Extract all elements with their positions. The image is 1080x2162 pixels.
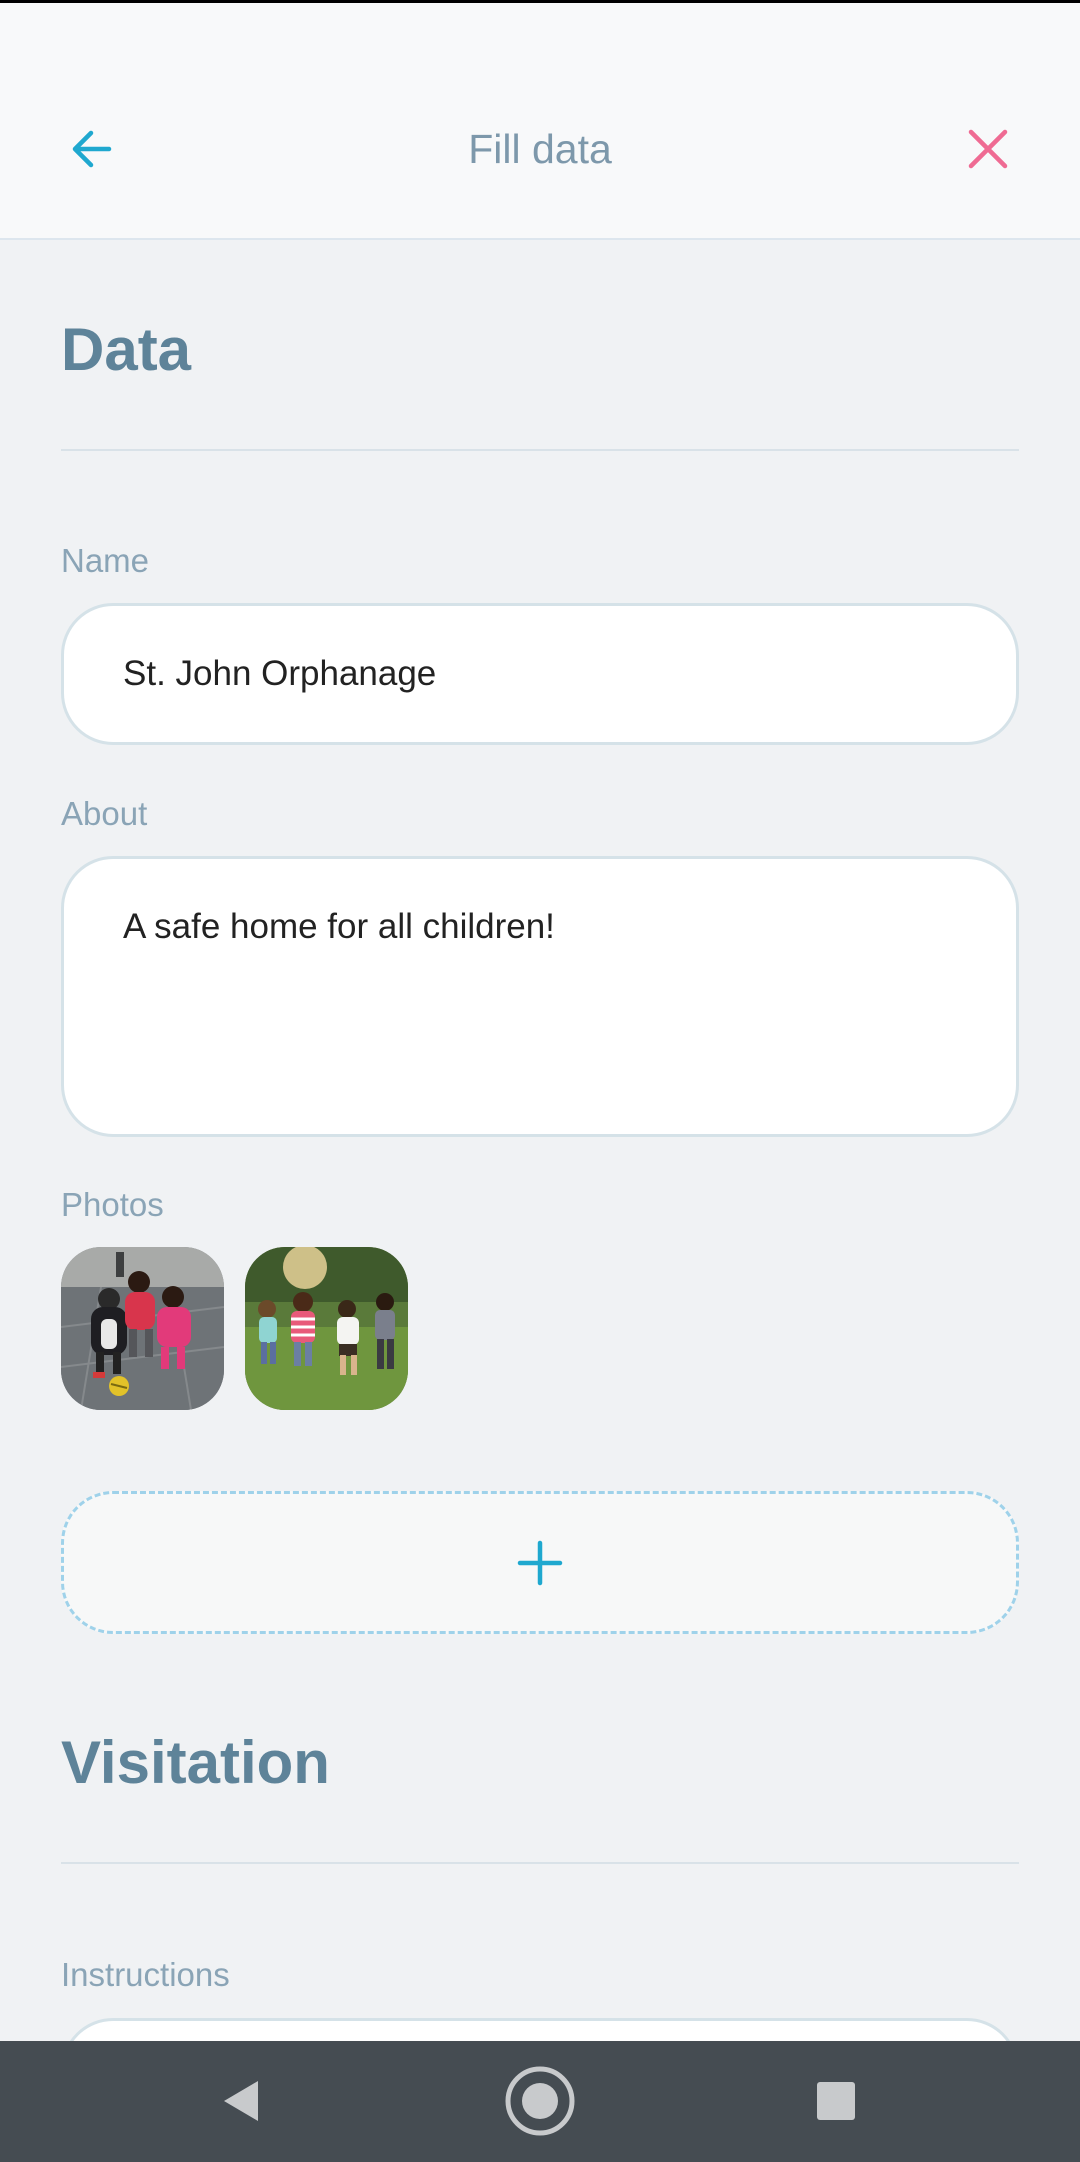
page-title: Fill data bbox=[468, 126, 612, 172]
triangle-back-icon bbox=[224, 2081, 258, 2121]
add-photo-button[interactable] bbox=[61, 1491, 1019, 1634]
nav-back-button[interactable] bbox=[200, 2061, 280, 2141]
photo-children-soccer bbox=[61, 1247, 224, 1410]
close-button[interactable] bbox=[958, 119, 1018, 179]
nav-home-button[interactable] bbox=[500, 2061, 580, 2141]
plus-icon bbox=[517, 1540, 563, 1585]
name-input-value: St. John Orphanage bbox=[123, 654, 437, 693]
system-navigation-bar bbox=[0, 2041, 1080, 2162]
photo-thumbnail[interactable] bbox=[245, 1247, 408, 1410]
photos-label: Photos bbox=[61, 1186, 164, 1223]
about-label: About bbox=[61, 795, 148, 832]
section-divider bbox=[61, 1862, 1019, 1864]
name-label: Name bbox=[61, 542, 150, 579]
circle-home-icon bbox=[505, 2066, 575, 2136]
square-recents-icon bbox=[817, 2082, 855, 2120]
photo-thumbnail[interactable] bbox=[61, 1247, 224, 1410]
section-divider bbox=[61, 449, 1019, 451]
about-textarea-value: A safe home for all children! bbox=[123, 907, 555, 946]
about-textarea[interactable]: A safe home for all children! bbox=[61, 856, 1019, 1137]
name-input[interactable]: St. John Orphanage bbox=[61, 603, 1019, 745]
close-icon bbox=[968, 129, 1008, 169]
app-header: Fill data bbox=[0, 3, 1080, 240]
section-title-visitation: Visitation bbox=[61, 1729, 330, 1796]
instructions-label: Instructions bbox=[61, 1956, 230, 1993]
photo-children-running bbox=[245, 1247, 408, 1410]
section-title-data: Data bbox=[61, 316, 192, 383]
nav-recents-button[interactable] bbox=[796, 2061, 876, 2141]
